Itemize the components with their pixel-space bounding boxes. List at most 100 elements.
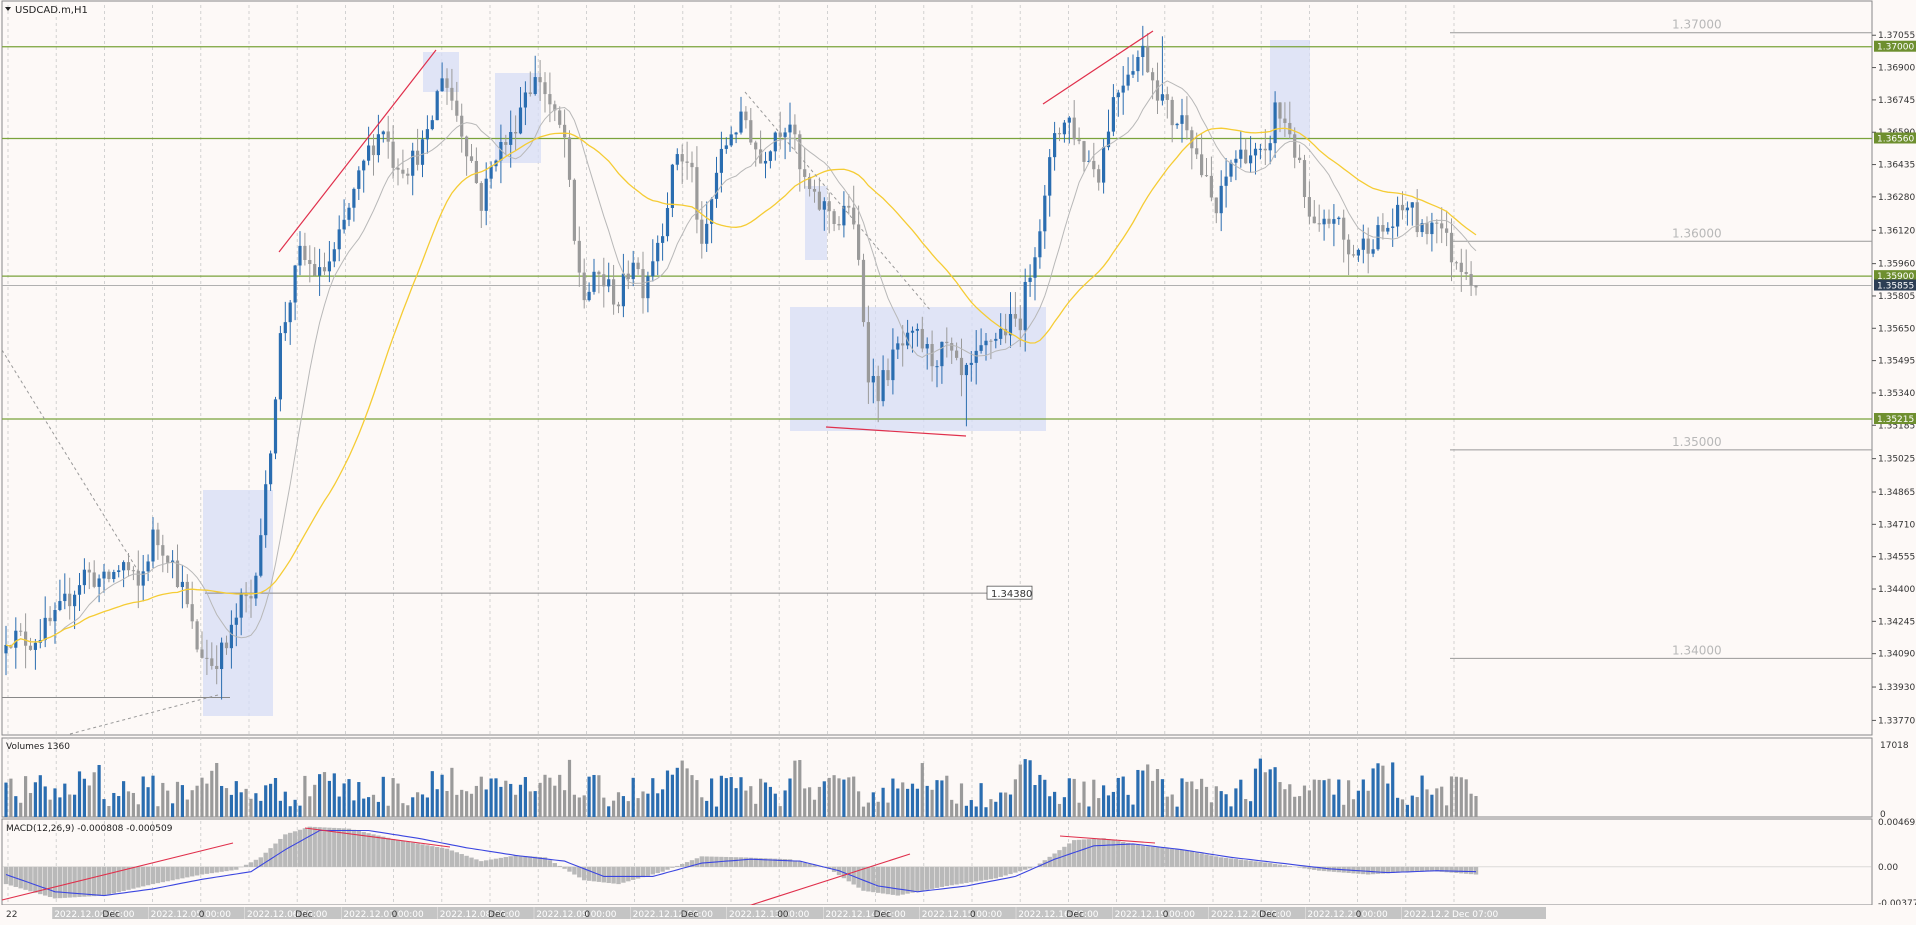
volume-bar xyxy=(533,791,537,817)
volume-bar xyxy=(876,801,880,817)
volume-bar xyxy=(1092,779,1096,817)
candle-body xyxy=(1253,148,1258,156)
macd-histogram-bar xyxy=(302,828,308,867)
candle-body xyxy=(1102,147,1106,183)
volume-bar xyxy=(999,792,1003,817)
candle-body xyxy=(582,272,586,301)
volume-bar xyxy=(112,792,116,817)
volume-bar xyxy=(107,806,111,817)
macd-histogram-bar xyxy=(484,860,489,867)
candle-body xyxy=(460,115,464,137)
candle-body xyxy=(857,224,861,260)
candle-body xyxy=(1445,228,1449,233)
volume-bar xyxy=(1023,759,1027,817)
candle-body xyxy=(1131,71,1135,75)
candle-body xyxy=(656,242,660,262)
candle-body xyxy=(812,189,817,192)
candle-body xyxy=(367,145,371,161)
macd-histogram-bar xyxy=(395,840,401,867)
volume-bar xyxy=(896,788,900,817)
macd-histogram-bar xyxy=(939,866,945,887)
macd-histogram-bar xyxy=(528,856,533,867)
volume-bar xyxy=(1396,797,1400,817)
volume-bar xyxy=(925,785,929,817)
macd-histogram-bar xyxy=(170,866,175,881)
volume-bar xyxy=(602,797,606,817)
macd-histogram-bar xyxy=(1419,866,1425,872)
volume-bar xyxy=(200,777,204,817)
candle-body xyxy=(651,261,655,277)
macd-histogram-bar xyxy=(915,866,920,892)
volume-bar xyxy=(808,787,812,817)
candle-body xyxy=(1116,92,1120,98)
time-tick-label: Dec xyxy=(1259,910,1276,920)
volume-bar xyxy=(754,803,758,817)
volume-bar xyxy=(558,774,562,817)
macd-histogram-bar xyxy=(209,866,214,874)
macd-histogram-bar xyxy=(606,866,611,884)
candle-body xyxy=(430,120,434,130)
volume-tick-label: 17018 xyxy=(1880,741,1909,751)
macd-histogram-bar xyxy=(557,865,562,867)
volume-bar xyxy=(1136,769,1140,817)
macd-histogram-bar xyxy=(704,856,709,867)
candle-body xyxy=(249,596,253,599)
macd-histogram-bar xyxy=(1130,843,1136,867)
macd-histogram-bar xyxy=(1464,866,1469,874)
volume-bar xyxy=(288,806,292,817)
volume-bar xyxy=(950,799,954,817)
macd-histogram-bar xyxy=(141,866,146,887)
volume-bar xyxy=(1381,765,1385,817)
macd-histogram-bar xyxy=(890,866,896,895)
time-tick-label: 0 xyxy=(1163,910,1169,920)
macd-histogram-bar xyxy=(1008,866,1013,875)
macd-histogram-bar xyxy=(1214,856,1219,867)
candle-body xyxy=(665,208,670,237)
volume-bar xyxy=(1445,805,1449,817)
macd-histogram-bar xyxy=(1184,850,1190,867)
volume-bar xyxy=(1459,777,1463,817)
volume-bar xyxy=(1268,769,1272,817)
volume-bar xyxy=(1312,779,1316,817)
macd-histogram-bar xyxy=(513,855,518,867)
macd-histogram-bar xyxy=(1415,866,1420,872)
macd-histogram-bar xyxy=(724,856,729,867)
macd-histogram-bar xyxy=(631,866,636,880)
round-level-label: 1.34000 xyxy=(1672,643,1722,657)
macd-histogram-bar xyxy=(1121,842,1126,867)
macd-histogram-bar xyxy=(920,866,925,891)
candle-body xyxy=(1293,134,1297,158)
volume-bar xyxy=(38,775,42,817)
chart-canvas[interactable]: 1.37000 1.36000 1.35000 1.34000 1.37055 1.36… xyxy=(0,0,1916,925)
macd-histogram-bar xyxy=(248,862,254,867)
candle-body xyxy=(1327,218,1331,224)
level-price-tag-label: 1.35215 xyxy=(1877,415,1914,425)
volume-bar xyxy=(1410,795,1414,817)
candle-body xyxy=(33,642,37,650)
macd-histogram-bar xyxy=(435,846,440,867)
volume-bar xyxy=(538,782,542,817)
chevron-down-icon xyxy=(5,7,11,11)
candle-body xyxy=(1474,285,1478,288)
volume-bar xyxy=(1214,786,1218,817)
macd-histogram-bar xyxy=(415,843,420,867)
volume-bar xyxy=(822,781,826,817)
candle-body xyxy=(1121,85,1125,93)
macd-histogram-bar xyxy=(356,830,361,867)
candle-body xyxy=(763,160,768,164)
macd-histogram-bar xyxy=(508,856,513,867)
macd-histogram-bar xyxy=(229,866,234,871)
candle-body xyxy=(724,145,728,149)
candle-body xyxy=(749,120,753,143)
volume-bar xyxy=(273,777,278,817)
macd-histogram-bar xyxy=(43,866,48,896)
volume-bar xyxy=(729,777,733,817)
volume-bar xyxy=(1004,792,1008,817)
macd-histogram-bar xyxy=(866,866,871,892)
volume-bar xyxy=(63,783,67,817)
macd-histogram-bar xyxy=(288,832,293,867)
candle-body xyxy=(224,642,229,649)
volume-bar xyxy=(548,777,552,817)
candle-body xyxy=(1200,154,1204,176)
volume-bar xyxy=(151,775,155,817)
